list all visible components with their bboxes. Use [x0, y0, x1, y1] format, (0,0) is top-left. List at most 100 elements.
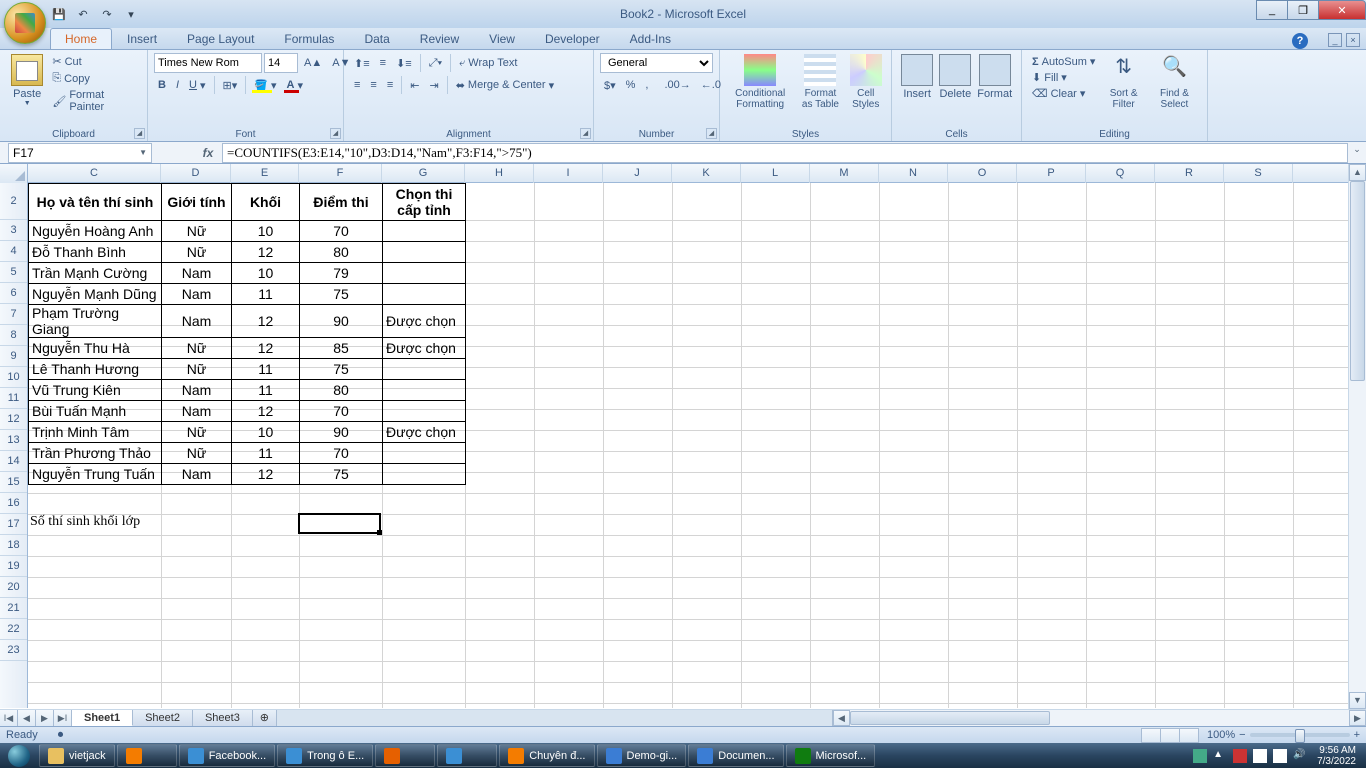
underline-button[interactable]: U▾: [185, 78, 209, 93]
taskbar-item[interactable]: Chuyên đ...: [499, 744, 594, 767]
align-bottom-icon[interactable]: ⬇≡: [392, 56, 416, 71]
table-row[interactable]: Trịnh Minh TâmNữ1090Được chọn: [29, 422, 466, 443]
redo-icon[interactable]: ↷: [98, 5, 116, 23]
border-button[interactable]: ⊞▾: [219, 78, 242, 93]
row-header-17[interactable]: 17: [0, 514, 27, 535]
align-right-icon[interactable]: ≡: [383, 78, 397, 92]
bold-button[interactable]: B: [154, 78, 170, 92]
start-button[interactable]: [0, 743, 38, 768]
autosum-button[interactable]: ΣAutoSum▾: [1028, 54, 1099, 69]
alignment-launcher[interactable]: ◢: [580, 128, 591, 139]
next-sheet-icon[interactable]: ▶: [36, 710, 54, 727]
taskbar-item[interactable]: [375, 744, 435, 767]
taskbar-item[interactable]: Trong ô E...: [277, 744, 373, 767]
grow-font-icon[interactable]: A▲: [300, 56, 326, 70]
align-center-icon[interactable]: ≡: [366, 78, 380, 92]
increase-decimal-icon[interactable]: .00→: [660, 78, 694, 92]
cell-styles-button[interactable]: Cell Styles: [847, 52, 886, 126]
format-painter-button[interactable]: 🖌Format Painter: [48, 88, 141, 114]
row-header-7[interactable]: 7: [0, 304, 27, 325]
table-row[interactable]: Bùi Tuấn MạnhNam1270: [29, 401, 466, 422]
tray-drive-icon[interactable]: [1193, 749, 1207, 763]
paste-button[interactable]: Paste ▼: [6, 52, 48, 126]
row-header-10[interactable]: 10: [0, 367, 27, 388]
sheet-tab-sheet3[interactable]: Sheet3: [193, 710, 253, 726]
expand-formula-icon[interactable]: ⌄: [1350, 144, 1364, 162]
close-button[interactable]: ✕: [1318, 0, 1366, 20]
font-launcher[interactable]: ◢: [330, 128, 341, 139]
col-header-O[interactable]: O: [948, 164, 1017, 183]
col-header-E[interactable]: E: [231, 164, 299, 183]
row-header-16[interactable]: 16: [0, 493, 27, 514]
col-header-K[interactable]: K: [672, 164, 741, 183]
name-box[interactable]: F17▼: [8, 143, 152, 163]
minimize-button[interactable]: _: [1256, 0, 1288, 20]
macro-record-icon[interactable]: ⏺: [58, 729, 64, 742]
table-row[interactable]: Vũ Trung KiênNam1180: [29, 380, 466, 401]
taskbar-item[interactable]: Demo-gi...: [597, 744, 687, 767]
zoom-slider[interactable]: [1250, 733, 1350, 737]
row-header-20[interactable]: 20: [0, 577, 27, 598]
col-header-I[interactable]: I: [534, 164, 603, 183]
col-header-J[interactable]: J: [603, 164, 672, 183]
table-row[interactable]: Nguyễn Thu HàNữ1285Được chọn: [29, 338, 466, 359]
number-format-select[interactable]: General: [600, 53, 713, 73]
tab-addins[interactable]: Add-Ins: [615, 28, 686, 49]
page-layout-view-icon[interactable]: [1160, 728, 1180, 743]
col-header-S[interactable]: S: [1224, 164, 1293, 183]
align-top-icon[interactable]: ⬆≡: [350, 56, 374, 71]
font-color-button[interactable]: A▾: [282, 78, 306, 93]
row-header-14[interactable]: 14: [0, 451, 27, 472]
table-row[interactable]: Phạm Trường GiangNam1290Được chọn: [29, 305, 466, 338]
col-header-C[interactable]: C: [28, 164, 161, 183]
align-left-icon[interactable]: ≡: [350, 78, 364, 92]
tab-data[interactable]: Data: [349, 28, 404, 49]
col-header-N[interactable]: N: [879, 164, 948, 183]
merge-center-button[interactable]: ⬌Merge & Center▾: [452, 78, 558, 93]
comma-icon[interactable]: ,: [641, 78, 652, 92]
row-header-19[interactable]: 19: [0, 556, 27, 577]
worksheet-grid[interactable]: CDEFGHIJKLMNOPQRS 2345678910111213141516…: [0, 164, 1366, 726]
scroll-left-icon[interactable]: ◀: [833, 710, 850, 726]
scroll-up-icon[interactable]: ▲: [1349, 164, 1366, 181]
hscroll-thumb[interactable]: [850, 711, 1050, 725]
decrease-indent-icon[interactable]: ⇤: [406, 78, 423, 93]
increase-indent-icon[interactable]: ⇥: [425, 78, 442, 93]
tray-volume-icon[interactable]: 🔊: [1293, 749, 1307, 763]
fill-button[interactable]: ⬇Fill▾: [1028, 70, 1099, 85]
percent-icon[interactable]: %: [622, 78, 640, 92]
col-header-F[interactable]: F: [299, 164, 382, 183]
select-all-button[interactable]: [0, 164, 28, 183]
scroll-down-icon[interactable]: ▼: [1349, 692, 1366, 709]
taskbar-item[interactable]: [437, 744, 497, 767]
cut-button[interactable]: ✂Cut: [48, 54, 141, 69]
office-button[interactable]: [4, 2, 46, 44]
vertical-scrollbar[interactable]: ▲ ▼: [1348, 164, 1366, 709]
fill-color-button[interactable]: 🪣▾: [250, 78, 280, 93]
delete-cells-button[interactable]: Delete: [936, 52, 974, 126]
clear-button[interactable]: ⌫Clear▾: [1028, 86, 1099, 101]
row-header-5[interactable]: 5: [0, 262, 27, 283]
scroll-right-icon[interactable]: ▶: [1349, 710, 1366, 726]
first-sheet-icon[interactable]: I◀: [0, 710, 18, 727]
row-header-9[interactable]: 9: [0, 346, 27, 367]
scroll-thumb[interactable]: [1350, 181, 1365, 381]
taskbar-item[interactable]: vietjack: [39, 744, 115, 767]
row-header-8[interactable]: 8: [0, 325, 27, 346]
col-header-R[interactable]: R: [1155, 164, 1224, 183]
tab-page-layout[interactable]: Page Layout: [172, 28, 269, 49]
tab-home[interactable]: Home: [50, 28, 112, 49]
currency-icon[interactable]: $▾: [600, 78, 620, 93]
zoom-in-icon[interactable]: +: [1354, 729, 1360, 741]
sort-filter-button[interactable]: ⇅Sort & Filter: [1099, 52, 1148, 126]
row-header-18[interactable]: 18: [0, 535, 27, 556]
copy-button[interactable]: ⎘Copy: [48, 71, 141, 86]
new-sheet-icon[interactable]: ⊕: [253, 710, 277, 726]
col-header-G[interactable]: G: [382, 164, 465, 183]
maximize-button[interactable]: ❐: [1287, 0, 1319, 20]
col-header-L[interactable]: L: [741, 164, 810, 183]
page-break-view-icon[interactable]: [1179, 728, 1199, 743]
qat-customize-icon[interactable]: ▾: [122, 5, 140, 23]
table-row[interactable]: Đỗ Thanh BìnhNữ1280: [29, 242, 466, 263]
tray-flag-icon[interactable]: [1253, 749, 1267, 763]
